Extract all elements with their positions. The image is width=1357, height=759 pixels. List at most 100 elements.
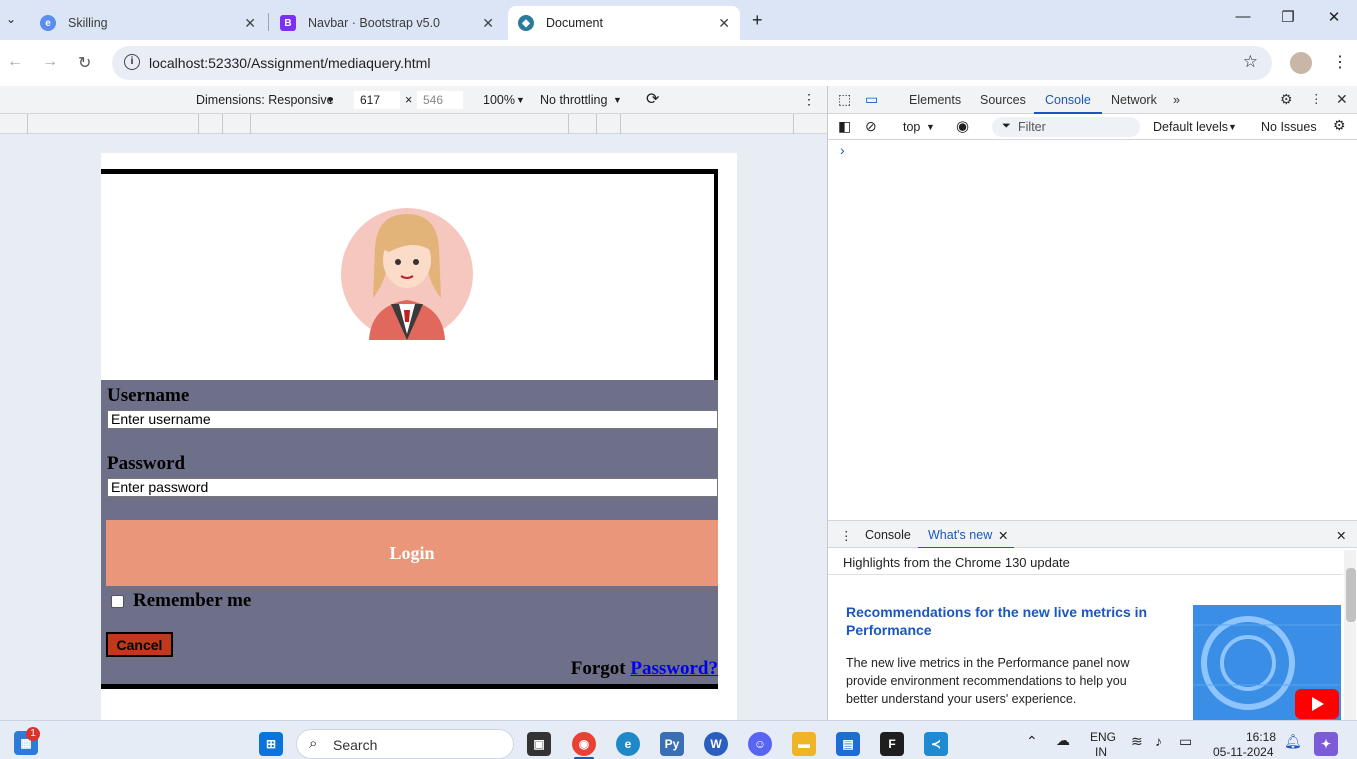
tab-document[interactable]: ◆ Document ✕ bbox=[508, 6, 740, 40]
tab-navbar-bootstrap[interactable]: B Navbar · Bootstrap v5.0 ✕ bbox=[270, 6, 504, 40]
filter-input[interactable]: ⏷ Filter bbox=[992, 117, 1140, 137]
site-info-icon[interactable]: i bbox=[124, 54, 140, 70]
username-input[interactable]: Enter username bbox=[107, 410, 718, 429]
forward-icon[interactable]: → bbox=[42, 53, 58, 71]
console-settings-gear-icon[interactable]: ⚙ bbox=[1333, 117, 1346, 134]
width-input[interactable]: 617 bbox=[354, 91, 400, 109]
task-view-icon[interactable]: ▣ bbox=[527, 732, 551, 756]
back-icon[interactable]: ← bbox=[7, 53, 23, 71]
media-query-bar[interactable] bbox=[0, 114, 827, 134]
live-expression-eye-icon[interactable]: ◉ bbox=[956, 117, 969, 135]
notification-bell-icon[interactable]: 🔔︎ bbox=[1284, 733, 1302, 750]
close-tab-icon[interactable]: ✕ bbox=[482, 15, 494, 32]
battery-icon[interactable]: ▭ bbox=[1179, 733, 1192, 750]
start-windows-icon[interactable]: ⊞ bbox=[259, 732, 283, 756]
chevron-down-icon: ▼ bbox=[516, 95, 525, 105]
settings-gear-icon[interactable]: ⚙ bbox=[1280, 91, 1293, 108]
new-tab-button[interactable]: + bbox=[752, 10, 763, 31]
cancel-button[interactable]: Cancel bbox=[106, 632, 173, 657]
drawer-scrollbar[interactable] bbox=[1346, 568, 1356, 622]
close-tab-icon[interactable]: ✕ bbox=[718, 15, 730, 32]
chrome-icon[interactable]: ◉ bbox=[572, 732, 596, 756]
remember-me-label: Remember me bbox=[133, 590, 252, 611]
notification-badge: 1 bbox=[26, 727, 40, 741]
tab-sources[interactable]: Sources bbox=[980, 93, 1026, 107]
document-favicon-icon: ◆ bbox=[518, 15, 534, 31]
figma-icon[interactable]: F bbox=[880, 732, 904, 756]
issues-counter[interactable]: No Issues bbox=[1261, 120, 1317, 134]
close-devtools-icon[interactable]: ✕ bbox=[1336, 91, 1348, 108]
tab-network[interactable]: Network bbox=[1111, 93, 1157, 107]
zoom-dropdown[interactable]: 100% bbox=[483, 93, 515, 107]
browser-toolbar: ← → ↻ i localhost:52330/Assignment/media… bbox=[0, 40, 1357, 86]
password-input[interactable]: Enter password bbox=[107, 478, 718, 497]
tab-search-chevron-icon[interactable]: ⌄ bbox=[6, 12, 16, 26]
context-dropdown[interactable]: top bbox=[903, 120, 920, 134]
profile-avatar[interactable] bbox=[1290, 52, 1312, 74]
more-tabs-icon[interactable]: » bbox=[1173, 93, 1180, 107]
avatar-container bbox=[101, 174, 714, 380]
close-tab-icon[interactable]: ✕ bbox=[244, 15, 256, 32]
rotate-icon[interactable]: ⟳ bbox=[646, 89, 659, 109]
username-label: Username bbox=[107, 385, 190, 406]
sidebar-toggle-icon[interactable]: ◧ bbox=[838, 118, 851, 135]
file-explorer-icon[interactable]: ▬ bbox=[792, 732, 816, 756]
clock-date: 05-11-2024 bbox=[1213, 745, 1274, 759]
drawer-menu-icon[interactable]: ⋮ bbox=[840, 528, 853, 543]
login-card: Username Enter username Password Enter p… bbox=[101, 169, 718, 689]
console-prompt-icon[interactable]: › bbox=[840, 142, 845, 158]
devtools-drawer: ⋮ Console What's new ✕ ✕ Highlights from… bbox=[828, 520, 1357, 720]
store-icon[interactable]: ▤ bbox=[836, 732, 860, 756]
emulated-page: Username Enter username Password Enter p… bbox=[101, 153, 737, 720]
whats-new-header: Highlights from the Chrome 130 update bbox=[843, 555, 1070, 570]
browser-menu-icon[interactable]: ⋮ bbox=[1332, 52, 1348, 72]
filter-placeholder: Filter bbox=[1018, 120, 1046, 134]
url-text: localhost:52330/Assignment/mediaquery.ht… bbox=[149, 55, 431, 71]
reload-icon[interactable]: ↻ bbox=[78, 53, 91, 73]
article-title-link[interactable]: Recommendations for the new live metrics… bbox=[846, 603, 1166, 639]
dimensions-dropdown[interactable]: Dimensions: Responsive bbox=[196, 93, 334, 107]
login-button[interactable]: Login bbox=[106, 520, 718, 586]
minimize-icon[interactable]: — bbox=[1223, 8, 1263, 25]
volume-icon[interactable]: ♪ bbox=[1155, 733, 1162, 749]
remember-me-checkbox[interactable] bbox=[111, 594, 124, 608]
remember-me-row: Remember me bbox=[111, 590, 251, 612]
drawer-tab-console[interactable]: Console bbox=[865, 528, 911, 542]
devtools-menu-icon[interactable]: ⋮ bbox=[1310, 91, 1323, 106]
password-label: Password bbox=[107, 453, 186, 474]
levels-dropdown[interactable]: Default levels bbox=[1153, 120, 1228, 134]
python-icon[interactable]: Py bbox=[660, 732, 684, 756]
device-toggle-icon[interactable]: ▭ bbox=[865, 91, 878, 108]
forgot-password-link[interactable]: Password? bbox=[630, 658, 718, 679]
tab-skilling[interactable]: e Skilling ✕ bbox=[30, 6, 266, 40]
article-thumbnail[interactable] bbox=[1193, 605, 1341, 720]
discord-icon[interactable]: ☺ bbox=[748, 732, 772, 756]
close-drawer-icon[interactable]: ✕ bbox=[1336, 528, 1346, 543]
vscode-icon[interactable]: ≺ bbox=[924, 732, 948, 756]
throttling-dropdown[interactable]: No throttling bbox=[540, 93, 607, 107]
language-indicator[interactable]: ENG bbox=[1090, 730, 1116, 744]
tray-chevron-icon[interactable]: ⌃ bbox=[1026, 733, 1038, 750]
device-toolbar-menu-icon[interactable]: ⋮ bbox=[802, 91, 816, 108]
tab-elements[interactable]: Elements bbox=[909, 93, 961, 107]
word-icon[interactable]: W bbox=[704, 732, 728, 756]
inspect-element-icon[interactable]: ⬚ bbox=[838, 91, 851, 108]
whats-new-content: Highlights from the Chrome 130 update Re… bbox=[828, 548, 1357, 720]
onedrive-icon[interactable]: ☁ bbox=[1056, 732, 1070, 749]
drawer-tab-whats-new[interactable]: What's new bbox=[928, 528, 992, 542]
devtools-panel: ⬚ ▭ Elements Sources Console Network » ⚙… bbox=[827, 86, 1357, 720]
clock-time[interactable]: 16:18 bbox=[1246, 730, 1276, 744]
taskbar-search[interactable]: ⌕ Search bbox=[296, 729, 514, 759]
edge-icon[interactable]: e bbox=[616, 732, 640, 756]
address-bar[interactable]: i localhost:52330/Assignment/mediaquery.… bbox=[112, 46, 1272, 80]
height-input[interactable]: 546 bbox=[417, 91, 463, 109]
devtools-tabs: ⬚ ▭ Elements Sources Console Network » ⚙… bbox=[828, 86, 1357, 114]
tab-console[interactable]: Console bbox=[1045, 93, 1091, 107]
close-window-icon[interactable]: ✕ bbox=[1314, 8, 1354, 26]
wifi-icon[interactable]: ≋ bbox=[1131, 733, 1143, 750]
clear-console-icon[interactable]: ⊘ bbox=[865, 118, 877, 135]
bookmark-star-icon[interactable]: ☆ bbox=[1243, 52, 1258, 72]
copilot-icon[interactable]: ✦ bbox=[1314, 732, 1338, 756]
close-whats-new-icon[interactable]: ✕ bbox=[998, 528, 1008, 543]
restore-icon[interactable]: ❐ bbox=[1268, 8, 1308, 26]
